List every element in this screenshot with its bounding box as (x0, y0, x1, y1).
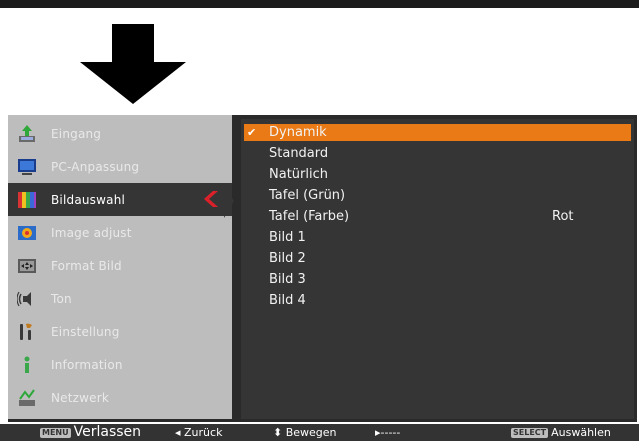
network-icon (19, 388, 35, 406)
tafel-farbe-value: Rot (552, 209, 574, 224)
select-label: Auswählen (551, 426, 611, 439)
menu-item-ton[interactable]: Ton (8, 282, 232, 315)
menu-label-ton: Ton (51, 291, 72, 306)
screen-format-icon (18, 258, 36, 273)
menu-label-einstellung: Einstellung (51, 324, 120, 339)
option-bild-1[interactable]: Bild 1 (269, 229, 306, 246)
pc-adjust-icon (18, 158, 36, 175)
exit-hint: MENU Verlassen (40, 424, 141, 441)
option-standard[interactable]: Standard (269, 145, 328, 162)
next-label: ▸----- (375, 426, 401, 439)
menu-label-information: Information (51, 357, 123, 372)
menu-item-eingang[interactable]: Eingang (8, 117, 232, 150)
option-bild-2[interactable]: Bild 2 (269, 250, 306, 267)
menu-item-pc-anpassung[interactable]: PC-Anpassung (8, 150, 232, 183)
option-natuerlich[interactable]: Natürlich (269, 166, 328, 183)
menu-key-badge: MENU (40, 428, 71, 438)
option-tafel-gruen[interactable]: Tafel (Grün) (269, 187, 345, 204)
option-bild-4[interactable]: Bild 4 (269, 292, 306, 309)
checkmark-icon: ✔ (247, 126, 257, 139)
menu-item-format-bild[interactable]: Format Bild (8, 249, 232, 282)
exit-label: Verlassen (73, 424, 142, 440)
option-bild-3[interactable]: Bild 3 (269, 271, 306, 288)
select-key-badge: SELECT (511, 428, 549, 438)
image-select-icon (18, 191, 36, 208)
select-hint: SELECT Auswählen (511, 424, 611, 441)
menu-label-pc-anpassung: PC-Anpassung (51, 159, 140, 174)
top-bar (0, 0, 639, 8)
menu-item-einstellung[interactable]: Einstellung (8, 315, 232, 348)
menu-item-information[interactable]: Information (8, 348, 232, 381)
info-icon (24, 356, 30, 373)
move-label: ⬍ Bewegen (273, 426, 337, 439)
chevron-left-icon (204, 191, 218, 207)
image-adjust-icon (18, 225, 36, 240)
option-tafel-farbe[interactable]: Tafel (Farbe) (269, 208, 349, 225)
menu-label-bildauswahl: Bildauswahl (51, 192, 126, 207)
footer-hint-bar: MENU Verlassen ◂ Zurück ⬍ Bewegen ▸----- … (0, 424, 639, 441)
input-icon (19, 124, 35, 142)
back-label: ◂ Zurück (175, 426, 223, 439)
main-menu: Eingang PC-Anpassung Bildauswahl Image a… (8, 115, 232, 419)
speaker-icon (17, 291, 31, 306)
menu-item-bildauswahl[interactable]: Bildauswahl (8, 183, 232, 216)
menu-label-format-bild: Format Bild (51, 258, 122, 273)
menu-label-eingang: Eingang (51, 126, 102, 141)
menu-label-netzwerk: Netzwerk (51, 390, 110, 405)
active-item-pointer (224, 184, 234, 218)
down-arrow-icon (80, 24, 186, 104)
menu-label-image-adjust: Image adjust (51, 225, 132, 240)
menu-item-image-adjust[interactable]: Image adjust (8, 216, 232, 249)
settings-icon (20, 323, 32, 340)
menu-item-netzwerk[interactable]: Netzwerk (8, 381, 232, 414)
option-dynamik[interactable]: Dynamik (269, 124, 327, 141)
image-mode-options: ✔ Dynamik Standard Natürlich Tafel (Grün… (241, 119, 634, 419)
